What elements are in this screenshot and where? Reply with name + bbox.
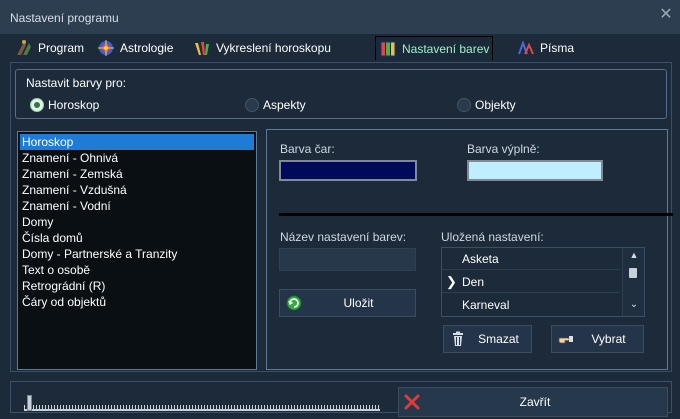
tab-program[interactable]: Program [12,36,87,60]
saved-item-label: Karneval [462,298,510,312]
color-target-legend: Nastavit barvy pro: [26,76,127,90]
color-settings-icon [380,41,396,56]
progress-knob[interactable] [27,395,32,411]
tab-astrologie-label: Astrologie [120,41,174,55]
astrology-icon [98,40,114,56]
tab-nastaveni-barev-label: Nastavení barev [402,41,490,56]
list-item[interactable]: Znamení - Vodní [20,198,254,214]
program-icon [17,40,31,55]
radio-aspekty[interactable]: Aspekty [245,98,306,112]
saved-settings-list[interactable]: Asketa ❯ Den Karneval ▲ ⌄ [441,247,645,317]
list-item[interactable]: Čísla domů [20,230,254,246]
progress-ticks [24,405,380,409]
select-button[interactable]: Vybrat [551,325,644,353]
row-marker [446,251,458,266]
current-row-chevron-icon: ❯ [446,274,457,289]
color-set-name-input[interactable] [279,248,416,271]
list-item[interactable]: Text o osobě [20,262,254,278]
tab-vykresleni[interactable]: Vykreslení horoskopu [190,36,334,60]
divider [279,213,673,216]
saved-item-label: Asketa [462,252,499,266]
fill-color-swatch[interactable] [467,160,603,181]
radio-objekty-label: Objekty [475,98,516,112]
list-item[interactable]: Čáry od objektů [20,294,254,310]
list-item[interactable]: ❯ Den [442,271,620,293]
row-marker [446,297,458,312]
close-x-icon [404,394,420,410]
radio-indicator [245,98,259,112]
radio-objekty[interactable]: Objekty [457,98,516,112]
close-icon[interactable]: ✕ [658,7,674,23]
list-item[interactable]: Retrográdní (R) [20,278,254,294]
tab-nastaveni-barev[interactable]: Nastavení barev [375,36,494,60]
list-item[interactable]: Znamení - Vzdušná [20,182,254,198]
color-target-group: Nastavit barvy pro: Horoskop Aspekty Obj… [15,69,667,119]
save-button[interactable]: Uložit [279,289,416,317]
list-item[interactable]: Domy [20,214,254,230]
pointing-hand-icon [558,336,573,344]
tab-pisma[interactable]: Písma [514,36,577,60]
close-button-label: Zavřít [519,395,551,409]
trash-icon [453,331,463,346]
scroll-thumb[interactable] [629,268,637,278]
delete-button-label: Smazat [478,332,519,346]
saved-settings-label: Uložená nastavení: [441,230,544,244]
title-bar: Nastavení programu ✕ [0,0,680,34]
radio-indicator [457,98,471,112]
list-item[interactable]: Znamení - Ohnivá [20,150,254,166]
saved-item-label: Den [462,275,485,289]
radio-horoskop-label: Horoskop [48,98,100,112]
delete-button[interactable]: Smazat [443,325,532,353]
paint-icon [195,42,209,55]
list-item[interactable]: Znamení - Zemská [20,166,254,182]
element-list[interactable]: Horoskop Znamení - Ohnivá Znamení - Zems… [17,131,257,370]
select-button-label: Vybrat [591,332,626,346]
tab-vykresleni-label: Vykreslení horoskopu [216,41,331,55]
line-color-label: Barva čar: [280,142,335,156]
tab-astrologie[interactable]: Astrologie [94,36,176,60]
save-button-label: Uložit [343,296,374,310]
radio-horoskop[interactable]: Horoskop [30,98,99,112]
list-item[interactable]: Asketa [442,248,620,270]
scrollbar[interactable]: ▲ ⌄ [622,248,644,316]
tab-pisma-label: Písma [540,41,575,55]
list-item[interactable]: Domy - Partnerské a Tranzity [20,246,254,262]
list-item[interactable]: Karneval [442,294,620,316]
radio-aspekty-label: Aspekty [263,98,306,112]
color-set-name-label: Název nastavení barev: [280,230,407,244]
save-icon [286,295,302,311]
chevron-down-icon[interactable]: ⌄ [628,300,640,310]
tab-program-label: Program [38,41,85,55]
fonts-icon [518,40,534,55]
line-color-swatch[interactable] [279,160,417,181]
radio-indicator [30,98,44,112]
close-button[interactable]: Zavřít [398,387,668,417]
progress-slider[interactable] [24,393,380,411]
fill-color-label: Barva výplně: [467,142,540,156]
scroll-up-icon[interactable]: ▲ [628,250,640,260]
list-item[interactable]: Horoskop [20,134,254,150]
window-title: Nastavení programu [10,11,119,25]
